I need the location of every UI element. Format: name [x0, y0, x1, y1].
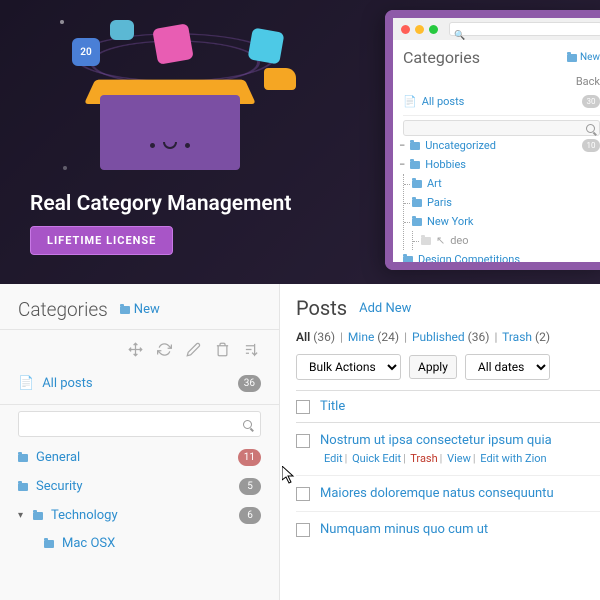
preview-all-posts[interactable]: 📄All posts 30 — [403, 92, 600, 111]
license-badge: LIFETIME LICENSE — [30, 226, 173, 255]
maximize-icon[interactable] — [429, 25, 438, 34]
preview-new-button[interactable]: New — [567, 52, 600, 63]
new-category-button[interactable]: New — [120, 302, 160, 317]
edit-link[interactable]: Edit — [324, 452, 343, 465]
posts-panel: Posts Add New All (36) | Mine (24) | Pub… — [280, 284, 600, 600]
dates-select[interactable]: All dates — [465, 354, 550, 380]
window-titlebar: 🔍 — [393, 18, 600, 40]
post-link[interactable]: Nostrum ut ipsa consectetur ipsum quia — [320, 433, 552, 448]
table-row: Numquam minus quo cum ut — [296, 512, 600, 547]
tshirt-icon — [152, 23, 194, 65]
preview-categories-title: Categories — [403, 48, 480, 67]
pants-icon — [110, 20, 134, 40]
tree-item[interactable]: Art — [412, 174, 600, 193]
hero-title: Real Category Management — [30, 192, 350, 216]
tree-item[interactable]: −Uncategorized10 — [403, 136, 600, 155]
row-checkbox[interactable] — [296, 523, 310, 537]
filter-mine[interactable]: Mine — [348, 330, 374, 344]
quick-edit-link[interactable]: Quick Edit — [352, 452, 401, 465]
close-icon[interactable] — [401, 25, 410, 34]
back-button[interactable]: Back — [403, 67, 600, 92]
category-item-security[interactable]: Security 5 — [0, 472, 279, 501]
edit-zion-link[interactable]: Edit with Zion — [480, 452, 546, 465]
apply-button[interactable]: Apply — [409, 355, 457, 379]
shoe-icon — [264, 68, 296, 90]
trash-link[interactable]: Trash — [410, 452, 437, 465]
tree-item[interactable]: Design Competitions — [403, 250, 600, 269]
row-checkbox[interactable] — [296, 487, 310, 501]
trash-icon[interactable] — [215, 342, 230, 357]
search-icon — [586, 124, 595, 133]
count-badge: 36 — [238, 375, 261, 392]
bulk-actions-select[interactable]: Bulk Actions — [296, 354, 401, 380]
sort-icon[interactable] — [244, 342, 259, 357]
preview-window: 🔍 Categories New Back 📄All posts 30 −Unc… — [385, 10, 600, 270]
tree-item[interactable]: New York — [412, 212, 600, 231]
select-all-checkbox[interactable] — [296, 400, 310, 414]
note-icon — [247, 27, 284, 64]
row-actions: Edit| Quick Edit| Trash| View| Edit with… — [324, 452, 600, 465]
sidebar-search[interactable] — [18, 411, 261, 437]
add-new-button[interactable]: Add New — [359, 301, 411, 316]
tree-item[interactable]: ↖deo — [421, 231, 600, 250]
chip-number-icon: 20 — [72, 38, 100, 66]
edit-icon[interactable] — [186, 342, 201, 357]
categories-sidebar: Categories New 📄All posts 36 General 11 … — [0, 284, 280, 600]
post-link[interactable]: Numquam minus quo cum ut — [320, 522, 488, 537]
post-link[interactable]: Maiores doloremque natus consequuntu — [320, 486, 554, 501]
move-icon[interactable] — [128, 342, 143, 357]
chevron-down-icon[interactable]: ▾ — [18, 510, 23, 521]
posts-title: Posts — [296, 296, 347, 320]
count-badge: 30 — [582, 95, 600, 108]
count-badge: 5 — [239, 478, 261, 495]
filter-published[interactable]: Published — [412, 330, 465, 344]
table-header: Title — [296, 390, 600, 423]
post-filters: All (36) | Mine (24) | Published (36) | … — [296, 330, 600, 344]
category-item-macosx[interactable]: Mac OSX — [0, 530, 279, 557]
sidebar-title: Categories — [18, 298, 108, 321]
preview-search[interactable] — [403, 120, 600, 136]
tree-item[interactable]: −Hobbies — [403, 155, 600, 174]
toolbar — [0, 330, 279, 367]
address-bar[interactable]: 🔍 — [449, 22, 600, 36]
table-row: Nostrum ut ipsa consectetur ipsum quia E… — [296, 423, 600, 476]
column-title[interactable]: Title — [320, 399, 345, 414]
minimize-icon[interactable] — [415, 25, 424, 34]
category-item-technology[interactable]: ▾Technology 6 — [0, 501, 279, 530]
view-link[interactable]: View — [447, 452, 471, 465]
search-icon — [243, 420, 252, 429]
count-badge: 11 — [238, 449, 261, 466]
category-item-general[interactable]: General 11 — [0, 443, 279, 472]
row-checkbox[interactable] — [296, 434, 310, 448]
tree-item[interactable]: Paris — [412, 193, 600, 212]
table-row: Maiores doloremque natus consequuntu — [296, 476, 600, 512]
count-badge: 6 — [239, 507, 261, 524]
filter-all[interactable]: All — [296, 330, 310, 344]
refresh-icon[interactable] — [157, 342, 172, 357]
all-posts-item[interactable]: 📄All posts 36 — [0, 367, 279, 400]
hero-illustration: 20 — [60, 20, 300, 180]
filter-trash[interactable]: Trash — [502, 330, 532, 344]
